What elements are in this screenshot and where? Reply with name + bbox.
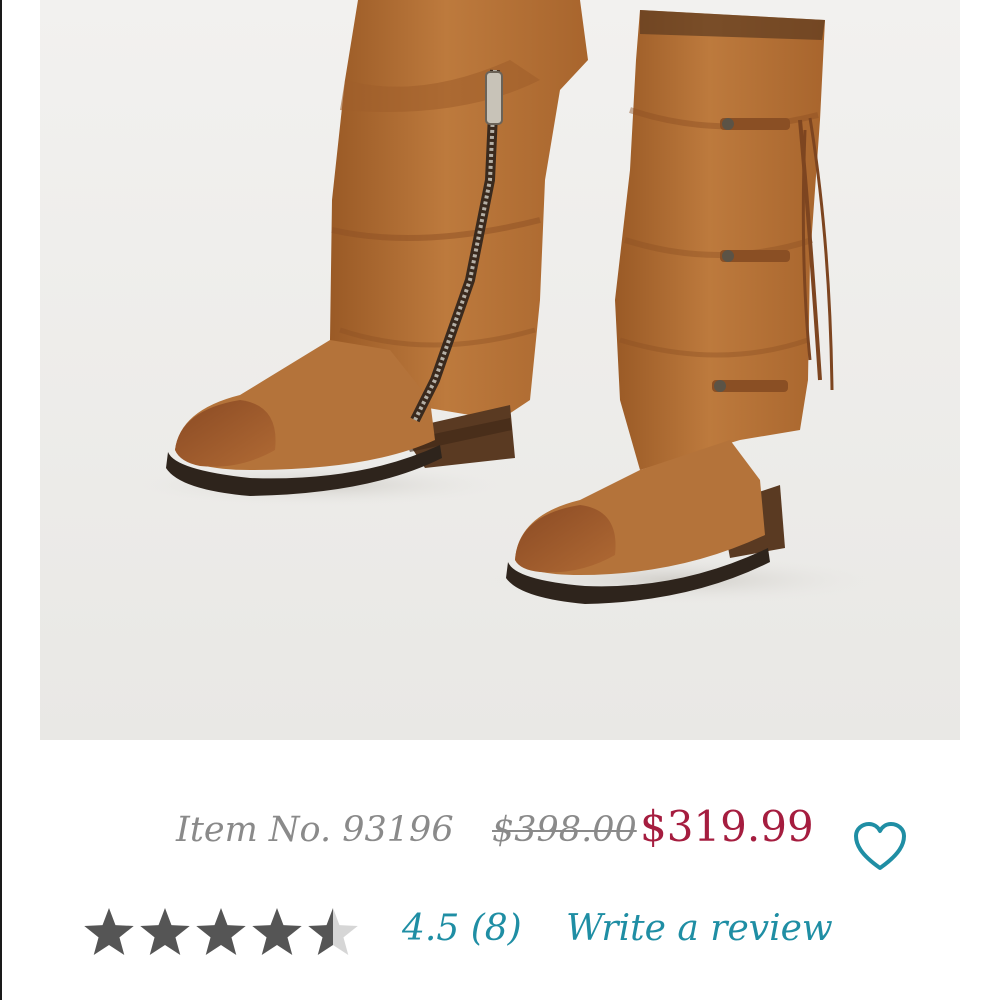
original-price: $398.00 [492,810,637,850]
star-icon [252,908,302,956]
star-icon [308,908,358,956]
star-icon [140,908,190,956]
rating-summary[interactable]: 4.5 (8) [402,908,522,949]
write-review-link[interactable]: Write a review [566,908,833,949]
wishlist-heart-icon[interactable] [852,820,908,874]
price-row: Item No. 93196 $398.00 $319.99 [0,800,1000,870]
sale-price: $319.99 [640,802,814,851]
star-rating [82,906,362,962]
rating-row: 4.5 (8) Write a review [0,900,1000,970]
item-number: Item No. 93196 [176,810,454,850]
product-image[interactable] [40,0,960,740]
product-page: Item No. 93196 $398.00 $319.99 4.5 (8) W… [0,0,1000,1000]
star-icon [84,908,134,956]
star-icon [196,908,246,956]
